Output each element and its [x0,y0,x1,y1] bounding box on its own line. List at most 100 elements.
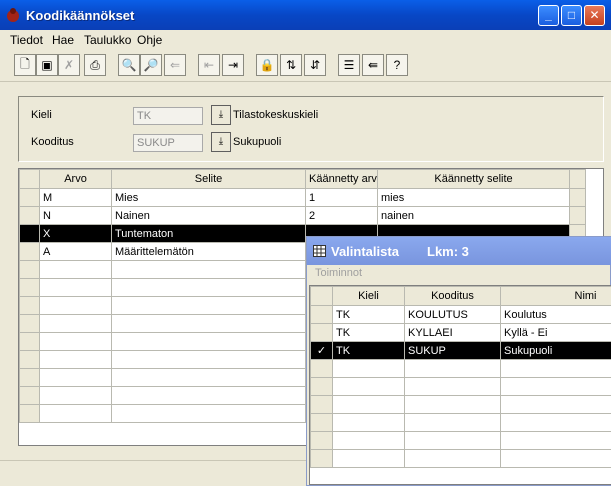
row-indicator[interactable] [310,449,333,468]
empty-row[interactable] [310,449,611,468]
cell-selite[interactable] [111,314,306,333]
row-indicator[interactable] [310,305,333,324]
row-indicator[interactable] [310,323,333,342]
print-preview-icon[interactable]: 🔍 [118,54,140,76]
check-icon[interactable]: ✓ [310,341,333,360]
export-icon[interactable]: ⇚ [362,54,384,76]
row-indicator[interactable] [19,224,40,243]
sort-descending-icon[interactable]: ⇵ [304,54,326,76]
cell-selite[interactable]: Mies [111,188,306,207]
cell-selite[interactable] [111,260,306,279]
empty-row[interactable] [310,413,611,432]
row-indicator[interactable] [19,314,40,333]
row-indicator[interactable] [310,431,333,450]
cell-kieli[interactable] [332,413,405,432]
cell-selite[interactable]: Määrittelemätön [111,242,306,261]
delete-icon[interactable]: ✗ [58,54,80,76]
column-header-kieli[interactable]: Kieli [332,286,405,306]
cell-arvo[interactable]: M [39,188,112,207]
cell-kooditus[interactable]: KOULUTUS [404,305,501,324]
column-header-selite[interactable]: Selite [111,169,306,189]
menu-toiminnot[interactable]: Toiminnot [315,267,362,279]
minimize-button[interactable]: _ [538,5,559,26]
cell-kieli[interactable] [332,431,405,450]
cell-selite[interactable] [111,332,306,351]
list-item[interactable]: ✓ TK SUKUP Sukupuoli [310,341,611,360]
lock-icon[interactable]: 🔒 [256,54,278,76]
cell-nimi[interactable]: Koulutus [500,305,611,324]
print-icon[interactable]: ⎙ [84,54,106,76]
row-indicator[interactable] [19,278,40,297]
kooditus-picker-button[interactable]: ⤓ [211,132,231,152]
cell-kaannetty-arvo[interactable]: 1 [305,188,378,207]
cell-nimi[interactable]: Kyllä - Ei [500,323,611,342]
column-header-kaannetty-selite[interactable]: Käännetty selite [377,169,570,189]
cell-arvo[interactable] [39,404,112,423]
cell-kieli[interactable]: TK [332,341,405,360]
import-icon[interactable]: ⇐ [164,54,186,76]
table-row[interactable]: N Nainen 2 nainen [19,206,586,225]
cell-arvo[interactable] [39,332,112,351]
cell-nimi[interactable] [500,449,611,468]
cell-kooditus[interactable] [404,413,501,432]
row-indicator[interactable] [19,206,40,225]
row-out-icon[interactable]: ⇥ [222,54,244,76]
popup-title-bar[interactable]: Valintalista Lkm: 3 [307,237,611,265]
cell-kaannetty-arvo[interactable]: 2 [305,206,378,225]
cell-kooditus[interactable] [404,431,501,450]
empty-row[interactable] [310,359,611,378]
cell-nimi[interactable] [500,431,611,450]
cell-nimi[interactable] [500,359,611,378]
column-header-nimi[interactable]: Nimi [500,286,611,306]
new-document-icon[interactable]: 🗋 [14,54,36,76]
cell-kooditus[interactable]: SUKUP [404,341,501,360]
row-indicator[interactable] [19,386,40,405]
cell-arvo[interactable]: X [39,224,112,243]
cell-arvo[interactable] [39,278,112,297]
cell-kooditus[interactable]: KYLLAEI [404,323,501,342]
column-header-arvo[interactable]: Arvo [39,169,112,189]
sort-ascending-icon[interactable]: ⇅ [280,54,302,76]
cell-nimi[interactable] [500,395,611,414]
row-indicator[interactable] [310,359,333,378]
menu-taulukko[interactable]: Taulukko [84,33,131,47]
cell-kaannetty-selite[interactable]: mies [377,188,570,207]
cell-arvo[interactable]: A [39,242,112,261]
cell-kooditus[interactable] [404,395,501,414]
row-in-icon[interactable]: ⇤ [198,54,220,76]
cell-selite[interactable] [111,386,306,405]
kieli-field[interactable]: TK [133,107,203,125]
cell-kieli[interactable] [332,449,405,468]
column-header-kaannetty-arvo[interactable]: Käännetty arvo [305,169,378,189]
cell-nimi[interactable]: Sukupuoli [500,341,611,360]
cell-kieli[interactable]: TK [332,323,405,342]
empty-row[interactable] [310,377,611,396]
cell-arvo[interactable]: N [39,206,112,225]
cell-selite[interactable]: Nainen [111,206,306,225]
empty-row[interactable] [310,431,611,450]
cell-kieli[interactable] [332,377,405,396]
menu-hae[interactable]: Hae [52,33,74,47]
row-indicator[interactable] [19,350,40,369]
cell-nimi[interactable] [500,413,611,432]
cell-kooditus[interactable] [404,359,501,378]
cell-selite[interactable] [111,350,306,369]
cell-arvo[interactable] [39,386,112,405]
row-indicator[interactable] [19,296,40,315]
column-header-kooditus[interactable]: Kooditus [404,286,501,306]
row-indicator[interactable] [310,413,333,432]
table-row[interactable]: M Mies 1 mies [19,188,586,207]
list-icon[interactable]: ☰ [338,54,360,76]
row-indicator[interactable] [310,395,333,414]
row-indicator[interactable] [310,377,333,396]
cell-kooditus[interactable] [404,377,501,396]
help-icon[interactable]: ? [386,54,408,76]
cell-selite[interactable] [111,368,306,387]
row-indicator[interactable] [19,368,40,387]
cell-selite[interactable]: Tuntematon [111,224,306,243]
row-indicator[interactable] [19,332,40,351]
close-button[interactable]: ✕ [584,5,605,26]
kieli-picker-button[interactable]: ⤓ [211,105,231,125]
cell-arvo[interactable] [39,314,112,333]
cell-kieli[interactable] [332,359,405,378]
